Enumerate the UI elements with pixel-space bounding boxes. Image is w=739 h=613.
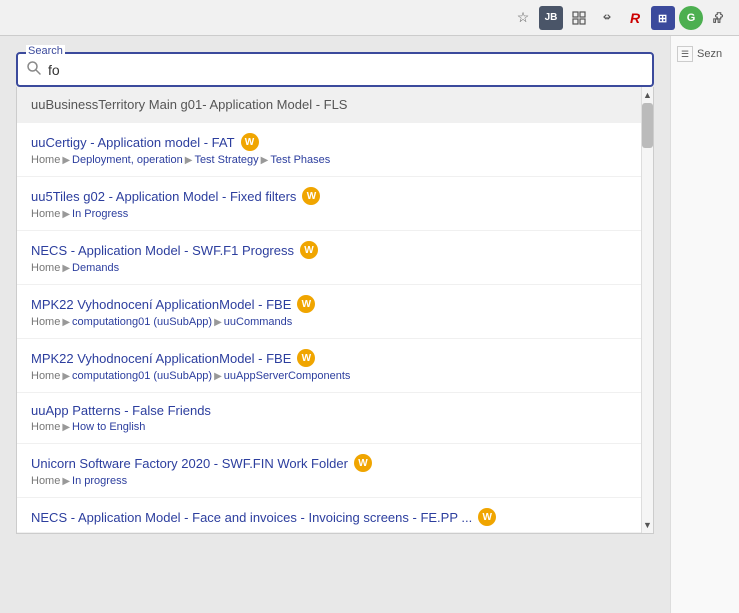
breadcrumb-arrow: ▶ [261,155,269,166]
scrollbar[interactable]: ▲ ▼ [641,87,653,533]
result-title-text: uu5Tiles g02 - Application Model - Fixed… [31,189,296,204]
result-title: Unicorn Software Factory 2020 - SWF.FIN … [31,454,639,472]
breadcrumb-home: Home [31,208,60,220]
result-item[interactable]: Unicorn Software Factory 2020 - SWF.FIN … [17,444,653,498]
top-bar: ☆ JB R ⊞ G [0,0,739,36]
result-title: MPK22 Vyhodnocení ApplicationModel - FBE… [31,295,639,313]
result-title-text: uuBusinessTerritory Main g01- Applicatio… [31,97,347,112]
result-title-text: uuApp Patterns - False Friends [31,403,211,418]
search-icon [26,60,42,79]
breadcrumb-in-progress: In Progress [72,208,128,220]
breadcrumb: Home ▶ How to English [31,421,639,433]
breadcrumb: Home ▶ Deployment, operation ▶ Test Stra… [31,154,639,166]
breadcrumb: Home ▶ computationg01 (uuSubApp) ▶ uuApp… [31,370,639,382]
breadcrumb: Home ▶ In progress [31,475,639,487]
breadcrumb-arrow: ▶ [62,209,70,220]
scrollbar-up-arrow[interactable]: ▲ [642,87,653,103]
result-item[interactable]: uuApp Patterns - False Friends Home ▶ Ho… [17,393,653,444]
search-input[interactable] [48,62,644,78]
result-item[interactable]: MPK22 Vyhodnocení ApplicationModel - FBE… [17,285,653,339]
result-title-text: MPK22 Vyhodnocení ApplicationModel - FBE [31,297,291,312]
breadcrumb-link: uuCommands [224,316,292,328]
result-title-text: NECS - Application Model - Face and invo… [31,510,472,525]
result-title-text: Unicorn Software Factory 2020 - SWF.FIN … [31,456,348,471]
result-title: uu5Tiles g02 - Application Model - Fixed… [31,187,639,205]
w-badge: W [297,349,315,367]
scrollbar-thumb[interactable] [642,103,653,148]
breadcrumb-link: Test Strategy [194,154,258,166]
breadcrumb-link: computationg01 (uuSubApp) [72,370,212,382]
w-badge: W [241,133,259,151]
result-title: MPK22 Vyhodnocení ApplicationModel - FBE… [31,349,639,367]
right-panel-item[interactable]: ☰ Sezn [675,44,735,64]
result-item[interactable]: NECS - Application Model - Face and invo… [17,498,653,533]
breadcrumb-home: Home [31,262,60,274]
breadcrumb-arrow: ▶ [214,317,222,328]
result-item[interactable]: MPK22 Vyhodnocení ApplicationModel - FBE… [17,339,653,393]
breadcrumb-arrow: ▶ [62,476,70,487]
breadcrumb-link: Demands [72,262,119,274]
breadcrumb-arrow: ▶ [62,317,70,328]
w-badge: W [478,508,496,526]
breadcrumb-home: Home [31,475,60,487]
result-title-text: uuCertigy - Application model - FAT [31,135,235,150]
link-icon[interactable] [595,6,619,30]
breadcrumb-arrow: ▶ [62,155,70,166]
w-badge: W [302,187,320,205]
active-icon[interactable]: ⊞ [651,6,675,30]
breadcrumb-link: uuAppServerComponents [224,370,351,382]
right-panel: ☰ Sezn [670,36,739,613]
breadcrumb-arrow: ▶ [185,155,193,166]
search-label: Search [26,45,65,57]
r-icon[interactable]: R [623,6,647,30]
grid-icon[interactable] [567,6,591,30]
jb-icon[interactable]: JB [539,6,563,30]
result-item[interactable]: uuCertigy - Application model - FAT W Ho… [17,123,653,177]
result-title: NECS - Application Model - SWF.F1 Progre… [31,241,639,259]
result-title-text: MPK22 Vyhodnocení ApplicationModel - FBE [31,351,291,366]
result-item[interactable]: uu5Tiles g02 - Application Model - Fixed… [17,177,653,231]
breadcrumb-home: Home [31,421,60,433]
puzzle-icon[interactable] [707,6,731,30]
breadcrumb: Home ▶ Demands [31,262,639,274]
breadcrumb-arrow: ▶ [62,422,70,433]
right-panel-label: Sezn [697,48,722,60]
breadcrumb: Home ▶ In Progress [31,208,639,220]
result-item[interactable]: NECS - Application Model - SWF.F1 Progre… [17,231,653,285]
search-input-row [18,54,652,85]
result-title: uuApp Patterns - False Friends [31,403,639,418]
w-badge: W [300,241,318,259]
breadcrumb-arrow: ▶ [214,371,222,382]
result-title: NECS - Application Model - Face and invo… [31,508,639,526]
star-icon[interactable]: ☆ [511,6,535,30]
breadcrumb-home: Home [31,370,60,382]
search-panel: Search uuBusinessTerritory Main g01- App… [0,36,670,613]
result-title: uuBusinessTerritory Main g01- Applicatio… [31,97,639,112]
breadcrumb-link: computationg01 (uuSubApp) [72,316,212,328]
green-circle-icon[interactable]: G [679,6,703,30]
results-container: uuBusinessTerritory Main g01- Applicatio… [16,87,654,534]
svg-text:⊞: ⊞ [658,13,667,25]
w-badge: W [297,295,315,313]
list-icon: ☰ [677,46,693,62]
breadcrumb-how-to-english: How to English [72,421,145,433]
breadcrumb-arrow: ▶ [62,263,70,274]
main-content: Search uuBusinessTerritory Main g01- App… [0,36,739,613]
breadcrumb-link: Deployment, operation [72,154,183,166]
breadcrumb-in-progress: In progress [72,475,127,487]
breadcrumb: Home ▶ computationg01 (uuSubApp) ▶ uuCom… [31,316,639,328]
result-title: uuCertigy - Application model - FAT W [31,133,639,151]
search-wrapper: Search [16,52,654,87]
scrollbar-down-arrow[interactable]: ▼ [642,517,653,533]
breadcrumb-home: Home [31,316,60,328]
breadcrumb-arrow: ▶ [62,371,70,382]
breadcrumb-link: Test Phases [270,154,330,166]
scrollbar-track [642,103,653,517]
w-badge: W [354,454,372,472]
result-item[interactable]: uuBusinessTerritory Main g01- Applicatio… [17,87,653,123]
breadcrumb-home: Home [31,154,60,166]
result-title-text: NECS - Application Model - SWF.F1 Progre… [31,243,294,258]
